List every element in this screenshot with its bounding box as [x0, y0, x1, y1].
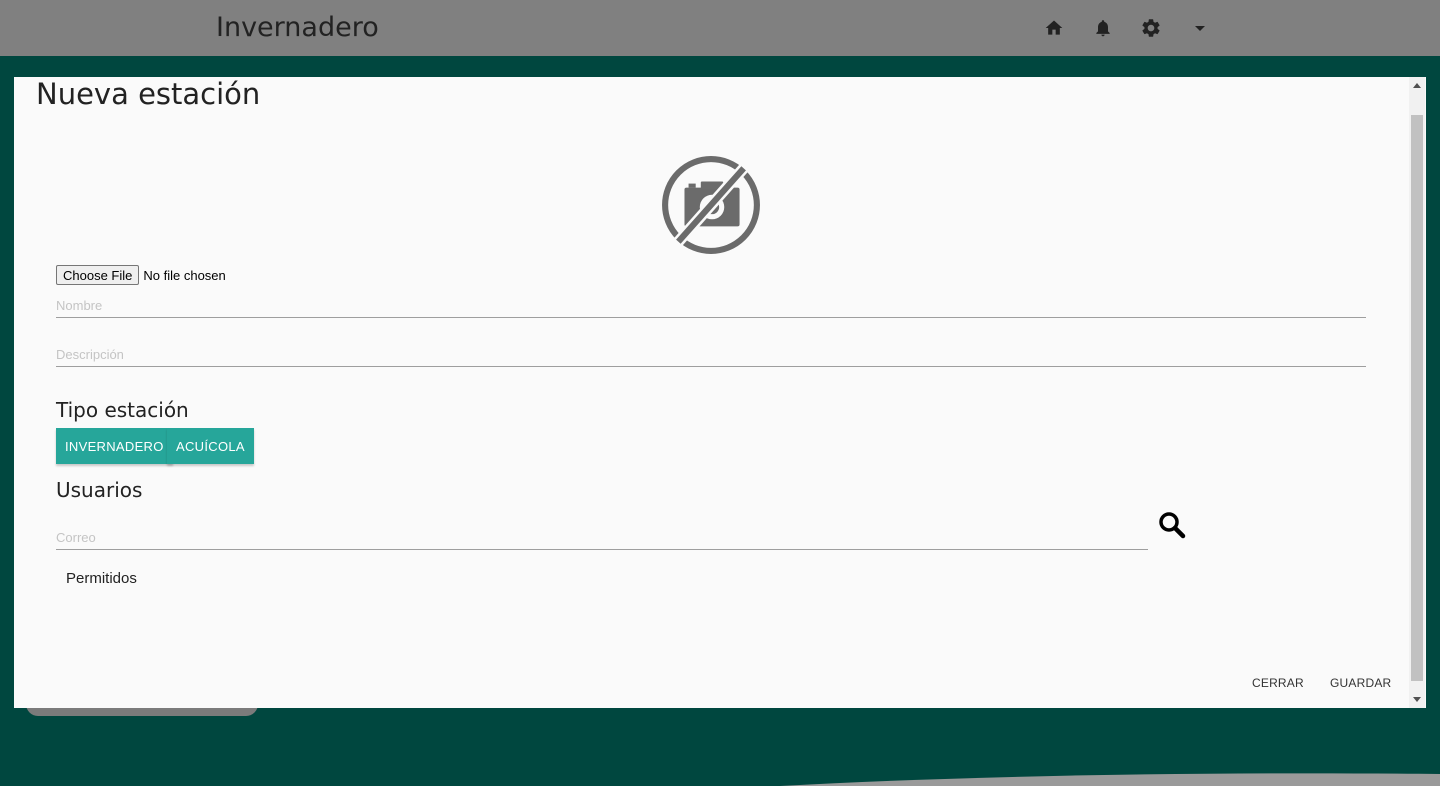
background-wave	[780, 773, 1440, 786]
descripcion-field-wrapper	[56, 343, 1366, 367]
save-button[interactable]: GUARDAR	[1330, 676, 1391, 690]
file-upload: Choose File No file chosen	[56, 265, 226, 285]
new-station-modal: Nueva estación Choose File No file chose…	[14, 77, 1426, 708]
bell-icon[interactable]	[1091, 16, 1115, 40]
acuicola-button[interactable]: ACUÍCOLA	[167, 428, 254, 464]
modal-title: Nueva estación	[36, 77, 261, 111]
tipo-estacion-label: Tipo estación	[56, 398, 189, 422]
search-icon[interactable]	[1157, 510, 1187, 540]
invernadero-button[interactable]: INVERNADERO	[56, 428, 173, 464]
nombre-field[interactable]	[56, 294, 1366, 316]
choose-file-button[interactable]: Choose File	[56, 265, 140, 285]
no-camera-icon	[662, 156, 760, 254]
caret-down-icon[interactable]	[1188, 16, 1212, 40]
file-status: No file chosen	[143, 267, 226, 283]
usuarios-label: Usuarios	[56, 478, 143, 502]
scroll-up-arrow[interactable]	[1413, 83, 1421, 88]
close-button[interactable]: CERRAR	[1252, 676, 1304, 690]
scroll-thumb[interactable]	[1411, 115, 1423, 681]
correo-field[interactable]	[56, 526, 1148, 548]
descripcion-field[interactable]	[56, 343, 1366, 365]
correo-field-wrapper	[56, 526, 1148, 550]
home-icon[interactable]	[1042, 16, 1066, 40]
permitidos-label: Permitidos	[66, 570, 137, 587]
app-title: Invernadero	[216, 12, 379, 43]
modal-scrollbar[interactable]	[1409, 77, 1425, 708]
app-header: Invernadero	[0, 0, 1440, 56]
gear-icon[interactable]	[1139, 16, 1163, 40]
scroll-down-arrow[interactable]	[1413, 697, 1421, 702]
nombre-field-wrapper	[56, 294, 1366, 318]
